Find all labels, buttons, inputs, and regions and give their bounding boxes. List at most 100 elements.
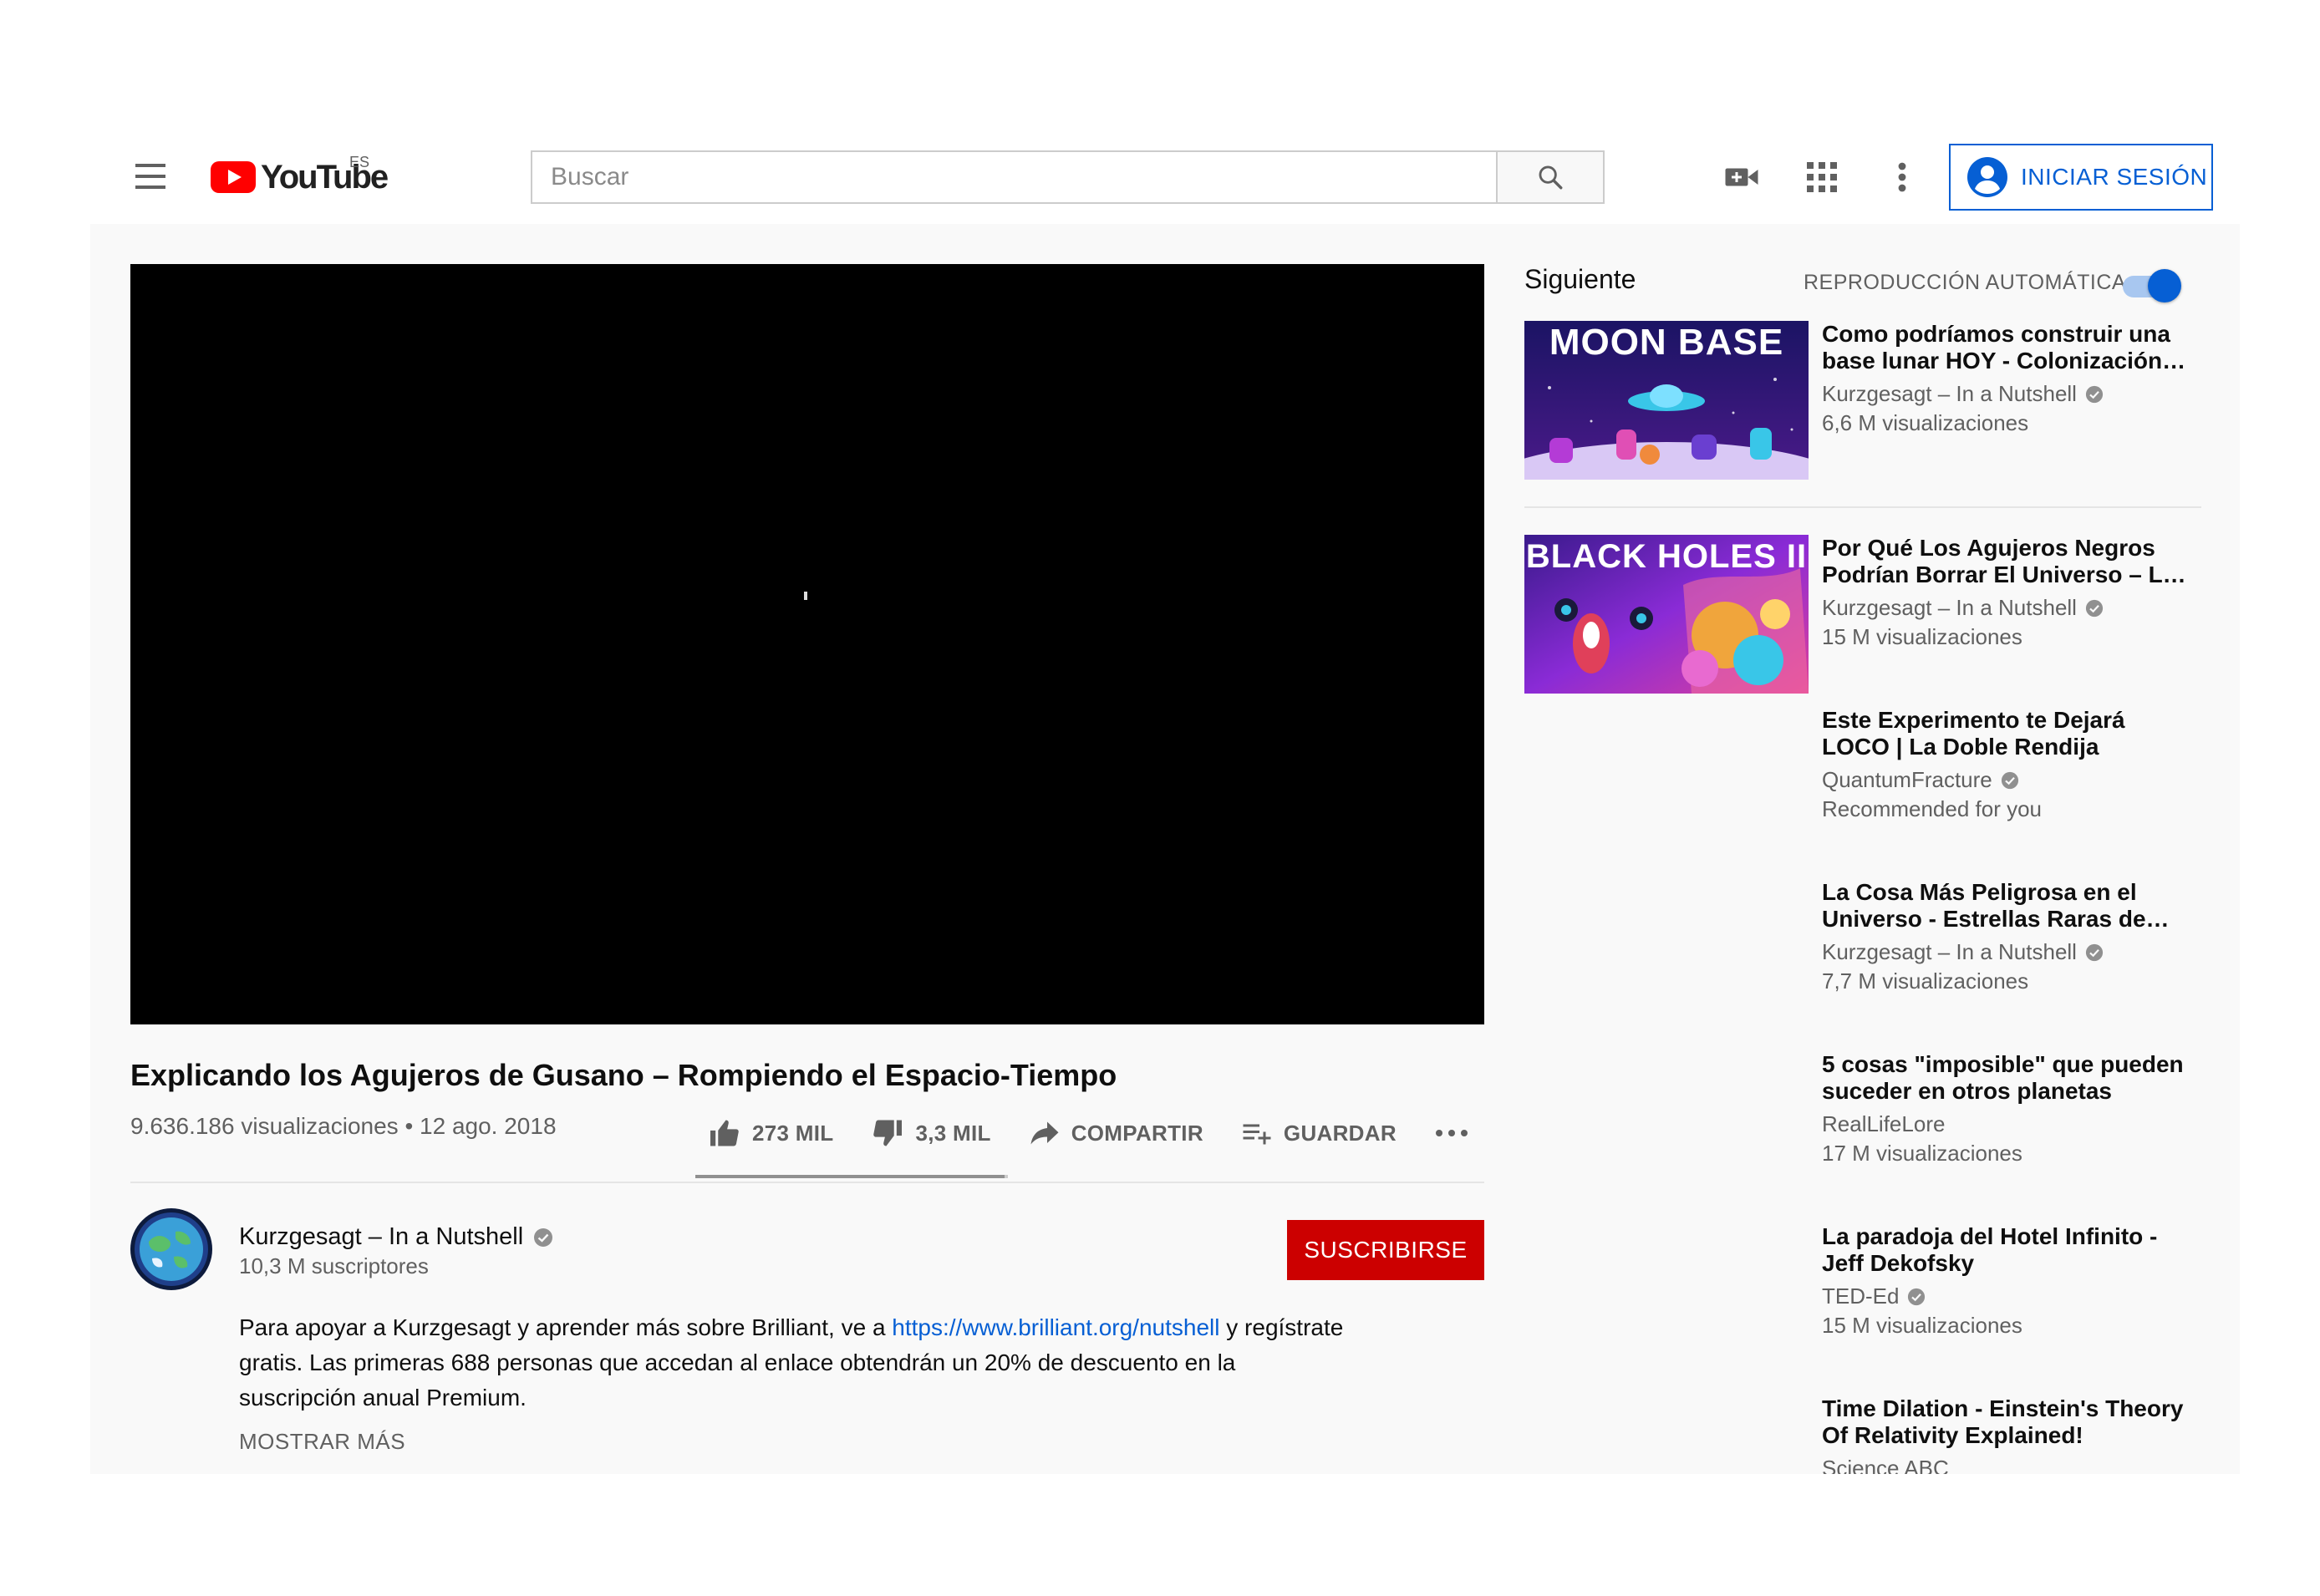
video-thumbnail[interactable]: MOON BASE	[1524, 321, 1809, 480]
recommended-video-channel: RealLifeLore	[1822, 1111, 2198, 1137]
verified-check-icon	[1908, 1288, 1926, 1305]
recommended-video-channel: Kurzgesagt – In a Nutshell	[1822, 595, 2198, 621]
channel-label: Science ABC	[1822, 1456, 1949, 1474]
brilliant-link[interactable]: https://www.brilliant.org/nutshell	[892, 1314, 1219, 1340]
thumbnail-title: MOON BASE	[1549, 322, 1784, 363]
video-thumbnail[interactable]: BLACK HOLES II	[1524, 535, 1809, 694]
youtube-play-icon	[211, 161, 256, 193]
masthead: YouTube ES Buscar INICIAR SESIÓN	[0, 134, 2320, 221]
thumb-down-icon	[873, 1120, 903, 1146]
divider	[130, 1182, 1484, 1183]
subscribe-button[interactable]: SUSCRIBIRSE	[1287, 1220, 1484, 1280]
earth-avatar-icon	[135, 1212, 208, 1286]
verified-check-icon	[2085, 385, 2104, 403]
recommended-video-views: 15 M visualizaciones	[1822, 624, 2022, 649]
recommended-video-views: Recommended for you	[1822, 796, 2043, 821]
create-video-button[interactable]	[1722, 157, 1762, 197]
recommended-video[interactable]: MOON BASE Como podríamos construir una b…	[1524, 321, 2201, 488]
recommended-video[interactable]: BLACK HOLES II Por Qué Los Agujeros Negr…	[1524, 535, 2201, 702]
watch-page: Explicando los Agujeros de Gusano – Romp…	[90, 224, 2240, 1474]
recommended-video-channel: Kurzgesagt – In a Nutshell	[1822, 381, 2198, 407]
autoplay-label: REPRODUCCIÓN AUTOMÁTICA	[1804, 271, 2127, 294]
more-actions-button[interactable]	[1435, 1129, 1468, 1137]
sentiment-bar-likes	[695, 1175, 1005, 1178]
guide-menu-button[interactable]	[130, 160, 174, 194]
description-text-start: Para apoyar a Kurzgesagt y aprender más …	[239, 1314, 893, 1340]
settings-more-button[interactable]	[1882, 157, 1922, 197]
video-title: Explicando los Agujeros de Gusano – Romp…	[130, 1058, 1117, 1092]
sentiment-bar	[695, 1175, 1008, 1178]
recommended-video-views: 7,7 M visualizaciones	[1822, 968, 2029, 994]
video-actions: 273 MIL 3,3 MIL COMPARTIR GUARDAR	[709, 1108, 1468, 1158]
recommended-video-views: 6,6 M visualizaciones	[1822, 410, 2029, 435]
share-button[interactable]: COMPARTIR	[1030, 1121, 1203, 1146]
like-count: 273 MIL	[752, 1120, 834, 1146]
search-button[interactable]	[1496, 150, 1605, 204]
recommended-video-info: Por Qué Los Agujeros Negros Podrían Borr…	[1822, 535, 2198, 650]
thumbnail-title: BLACK HOLES II	[1525, 538, 1808, 575]
recommended-video-title[interactable]: Este Experimento te Dejará LOCO | La Dob…	[1822, 707, 2198, 760]
recommended-video[interactable]: 5 cosas "imposible" que pueden suceder e…	[1524, 1051, 2201, 1202]
channel-avatar[interactable]	[130, 1208, 212, 1290]
channel-label: QuantumFracture	[1822, 767, 1992, 792]
channel-label: RealLifeLore	[1822, 1111, 1946, 1136]
channel-label: TED-Ed	[1822, 1283, 1900, 1309]
more-horiz-icon	[1435, 1130, 1468, 1136]
autoplay-toggle[interactable]	[2123, 269, 2181, 302]
account-icon	[1967, 157, 2007, 197]
search-input[interactable]	[531, 150, 1496, 204]
apps-grid-icon	[1807, 162, 1837, 192]
recommended-video-title[interactable]: Como podríamos construir una base lunar …	[1822, 321, 2198, 374]
recommended-video-title[interactable]: La Cosa Más Peligrosa en el Universo - E…	[1822, 879, 2198, 933]
channel-label: Kurzgesagt – In a Nutshell	[1822, 595, 2077, 620]
recommended-video[interactable]: La Cosa Más Peligrosa en el Universo - E…	[1524, 879, 2201, 1029]
recommended-video-views: 15 M visualizaciones	[1822, 1313, 2022, 1338]
verified-check-icon	[2001, 771, 2018, 789]
recommended-video-channel: TED-Ed	[1822, 1283, 2198, 1309]
save-button[interactable]: GUARDAR	[1242, 1121, 1397, 1146]
recommended-video-channel: QuantumFracture	[1822, 767, 2198, 793]
menu-icon	[135, 164, 165, 167]
recommended-video-info: La Cosa Más Peligrosa en el Universo - E…	[1822, 879, 2198, 994]
verified-check-icon	[534, 1227, 553, 1247]
recommended-video-info: La paradoja del Hotel Infinito - Jeff De…	[1822, 1223, 2198, 1339]
recommended-video-views: 17 M visualizaciones	[1822, 1141, 2022, 1166]
recommended-video-title[interactable]: Time Dilation - Einstein's Theory Of Rel…	[1822, 1395, 2198, 1449]
recommended-video-title[interactable]: La paradoja del Hotel Infinito - Jeff De…	[1822, 1223, 2198, 1277]
channel-label: Kurzgesagt – In a Nutshell	[1822, 381, 2077, 406]
video-player[interactable]	[130, 264, 1484, 1024]
dislike-button[interactable]: 3,3 MIL	[872, 1119, 990, 1147]
search-bar	[531, 150, 1605, 204]
recommended-video[interactable]: Este Experimento te Dejará LOCO | La Dob…	[1524, 707, 2201, 857]
player-cursor	[804, 592, 807, 600]
verified-check-icon	[2085, 599, 2104, 617]
apps-button[interactable]	[1802, 157, 1842, 197]
recommended-video-info: Time Dilation - Einstein's Theory Of Rel…	[1822, 1395, 2198, 1474]
thumb-up-icon	[710, 1120, 739, 1146]
recommended-video-title[interactable]: 5 cosas "imposible" que pueden suceder e…	[1822, 1051, 2198, 1105]
video-description: Para apoyar a Kurzgesagt y aprender más …	[239, 1310, 1359, 1416]
divider	[1524, 506, 2201, 508]
channel-label: Kurzgesagt – In a Nutshell	[1822, 939, 2077, 964]
region-label: ES	[349, 154, 370, 170]
save-label: GUARDAR	[1283, 1120, 1397, 1146]
recommended-video-info: Como podríamos construir una base lunar …	[1822, 321, 2198, 436]
sign-in-button[interactable]: INICIAR SESIÓN	[1949, 144, 2213, 211]
recommended-video-title[interactable]: Por Qué Los Agujeros Negros Podrían Borr…	[1822, 535, 2198, 588]
share-label: COMPARTIR	[1071, 1120, 1203, 1146]
video-camera-add-icon	[1725, 168, 1758, 186]
sign-in-label: INICIAR SESIÓN	[2021, 164, 2208, 190]
share-icon	[1030, 1121, 1059, 1145]
channel-name-link[interactable]: Kurzgesagt – In a Nutshell	[239, 1223, 553, 1251]
dislike-count: 3,3 MIL	[915, 1120, 991, 1146]
recommended-video[interactable]: La paradoja del Hotel Infinito - Jeff De…	[1524, 1223, 2201, 1374]
like-button[interactable]: 273 MIL	[709, 1119, 833, 1147]
search-icon	[1539, 165, 1563, 190]
recommended-video[interactable]: Time Dilation - Einstein's Theory Of Rel…	[1524, 1395, 2201, 1474]
verified-check-icon	[2085, 943, 2104, 961]
menu-icon-bar	[135, 186, 165, 189]
video-view-count-date: 9.636.186 visualizaciones • 12 ago. 2018	[130, 1113, 557, 1139]
recommended-video-channel: Science ABC	[1822, 1456, 2198, 1474]
show-more-button[interactable]: MOSTRAR MÁS	[239, 1429, 405, 1455]
up-next-heading: Siguiente	[1524, 264, 1636, 294]
